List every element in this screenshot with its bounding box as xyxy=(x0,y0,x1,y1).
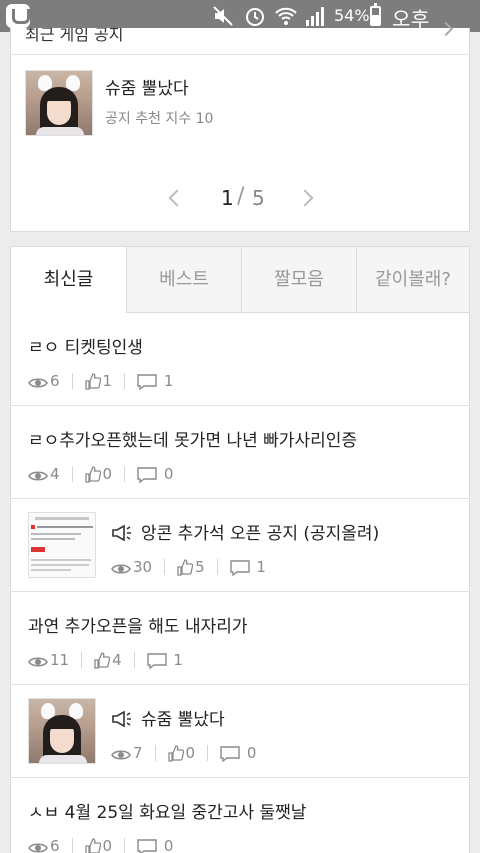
post-title: ㄹㅇ 티켓팅인생 xyxy=(28,338,143,358)
view-count: 6 xyxy=(28,372,60,390)
post-item[interactable]: ㄹㅇ추가오픈했는데 못가면 나년 빠가사리인증 4 0 0 xyxy=(11,406,469,499)
notice-thumbnail xyxy=(25,70,93,136)
thumbs-up-icon xyxy=(94,651,111,669)
battery-percent: 54% xyxy=(334,6,370,25)
eye-icon xyxy=(28,470,48,481)
like-count: 0 xyxy=(167,744,195,762)
like-count: 4 xyxy=(94,651,122,669)
comment-count: 0 xyxy=(220,744,256,762)
megaphone-icon xyxy=(112,710,131,728)
like-count: 1 xyxy=(84,372,112,390)
post-thumbnail xyxy=(28,512,96,578)
post-item[interactable]: 앙콘 추가석 오픈 공지 (공지올려) 30 5 1 xyxy=(11,499,469,592)
post-meta: 4 0 0 xyxy=(28,464,185,484)
like-count: 0 xyxy=(84,837,112,853)
tab-bar: 최신글 베스트 짤모음 같이볼래? xyxy=(11,247,469,313)
alarm-icon xyxy=(246,8,264,26)
signal-icon xyxy=(306,7,324,26)
pager-total: 5 xyxy=(252,186,265,210)
tab-watch-together[interactable]: 같이볼래? xyxy=(356,247,469,313)
like-count: 5 xyxy=(177,558,205,576)
pager-separator: / xyxy=(237,184,245,209)
thumbs-up-icon xyxy=(167,744,184,762)
view-count: 7 xyxy=(111,744,143,762)
post-meta: 6 1 1 xyxy=(28,371,185,391)
wifi-icon xyxy=(275,7,297,25)
pager-current: 1 xyxy=(221,186,234,210)
post-meta: 7 0 0 xyxy=(111,743,268,763)
view-count: 30 xyxy=(111,558,152,576)
divider xyxy=(11,54,469,55)
pager: 1 / 5 xyxy=(11,184,469,214)
chevron-left-icon[interactable] xyxy=(168,189,186,207)
comment-count: 0 xyxy=(137,837,173,853)
comment-count: 1 xyxy=(229,558,266,576)
battery-icon xyxy=(370,3,381,26)
eye-icon xyxy=(28,377,48,388)
eye-icon xyxy=(28,842,48,853)
chevron-right-icon[interactable] xyxy=(296,189,314,207)
notice-card-title: 최근 게임 공지 xyxy=(25,28,124,42)
comment-icon xyxy=(220,745,240,762)
thumbs-up-icon xyxy=(84,465,101,483)
post-meta: 30 5 1 xyxy=(111,557,278,577)
comment-icon xyxy=(137,373,157,390)
comment-icon xyxy=(137,838,157,853)
comment-count: 0 xyxy=(137,465,173,483)
tab-best[interactable]: 베스트 xyxy=(126,247,241,313)
like-count: 0 xyxy=(84,465,112,483)
thumbs-up-icon xyxy=(84,837,101,853)
app-logo-icon xyxy=(6,4,30,28)
post-title: 과연 추가오픈을 해도 내자리가 xyxy=(28,617,248,637)
comment-icon xyxy=(146,652,167,669)
post-title: ㄹㅇ추가오픈했는데 못가면 나년 빠가사리인증 xyxy=(28,431,358,451)
post-thumbnail xyxy=(28,698,96,764)
comment-count: 1 xyxy=(137,372,173,390)
post-title: 슈줌 뿔났다 xyxy=(111,705,225,730)
mute-icon xyxy=(213,6,233,26)
view-count: 4 xyxy=(28,465,60,483)
tab-gallery[interactable]: 짤모음 xyxy=(241,247,356,313)
comment-icon xyxy=(137,466,157,483)
eye-icon xyxy=(111,749,131,760)
view-count: 6 xyxy=(28,837,60,853)
post-item[interactable]: ㄹㅇ 티켓팅인생 6 1 1 xyxy=(11,313,469,406)
eye-icon xyxy=(28,656,48,667)
post-meta: 6 0 0 xyxy=(28,836,185,853)
comment-count: 1 xyxy=(146,651,183,669)
view-count: 11 xyxy=(28,651,69,669)
notice-item[interactable]: 슈줌 뿔났다 공지 추천 지수 10 xyxy=(25,70,455,138)
post-title: ㅅㅂ 4월 25일 화요일 중간고사 둘쨋날 xyxy=(28,803,307,823)
post-title: 앙콘 추가석 오픈 공지 (공지올려) xyxy=(111,519,379,544)
comment-icon xyxy=(229,559,250,576)
tab-latest[interactable]: 최신글 xyxy=(11,247,126,313)
post-meta: 11 4 1 xyxy=(28,650,195,670)
megaphone-icon xyxy=(112,524,131,542)
notice-title: 슈줌 뿔났다 xyxy=(105,79,189,99)
post-item[interactable]: 과연 추가오픈을 해도 내자리가 11 4 1 xyxy=(11,592,469,685)
thumbs-up-icon xyxy=(84,372,101,390)
eye-icon xyxy=(111,563,131,574)
post-item[interactable]: 슈줌 뿔났다 7 0 0 xyxy=(11,685,469,778)
notice-card: 최근 게임 공지 슈줌 뿔났다 공지 추천 지수 10 1 / 5 xyxy=(10,21,470,232)
feed-card: 최신글 베스트 짤모음 같이볼래? ㄹㅇ 티켓팅인생 6 1 1 ㄹㅇ추가오픈했는… xyxy=(10,246,470,853)
post-item[interactable]: ㅅㅂ 4월 25일 화요일 중간고사 둘쨋날 6 0 0 xyxy=(11,778,469,853)
notice-subtitle: 공지 추천 지수 10 xyxy=(105,111,214,127)
thumbs-up-icon xyxy=(177,558,194,576)
